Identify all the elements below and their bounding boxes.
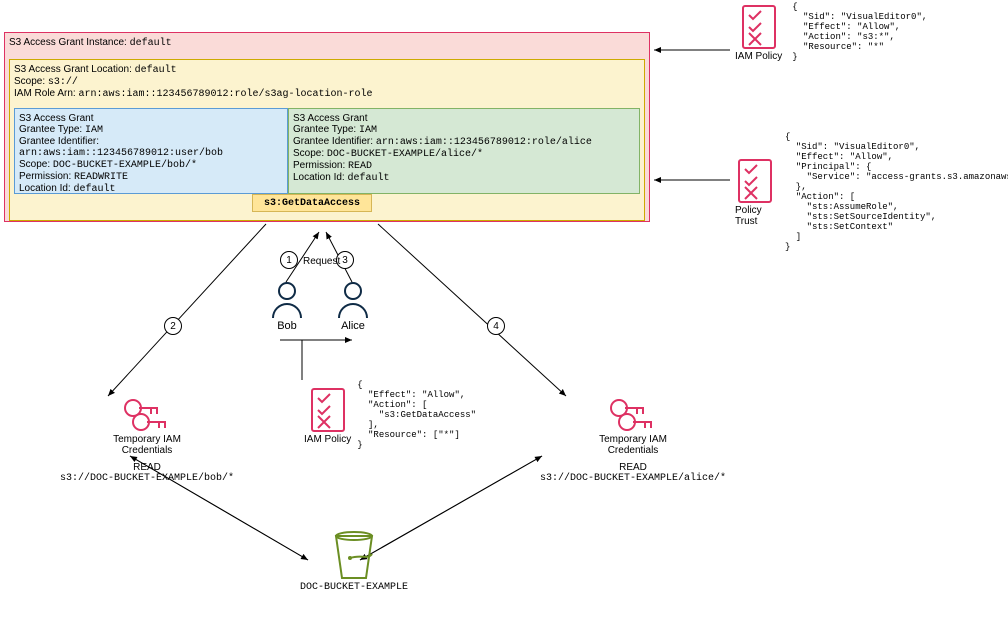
read-mode-bob: READ xyxy=(133,462,161,473)
keys-icon xyxy=(605,394,661,434)
get-data-access-box: s3:GetDataAccess xyxy=(252,194,372,212)
request-label: Request xyxy=(303,256,340,267)
policy-trust-json: { "Sid": "VisualEditor0", "Effect": "All… xyxy=(785,132,1008,252)
s3-bucket: DOC-BUCKET-EXAMPLE xyxy=(300,528,408,593)
user-alice-label: Alice xyxy=(341,320,365,332)
policy-icon xyxy=(735,157,775,205)
grant-alice-box: S3 Access Grant Grantee Type: IAM Grante… xyxy=(288,108,640,194)
location-scope: Scope: s3:// xyxy=(14,76,640,88)
user-alice: Alice xyxy=(336,280,370,332)
bucket-name: DOC-BUCKET-EXAMPLE xyxy=(300,582,408,593)
location-role: IAM Role Arn: arn:aws:iam::123456789012:… xyxy=(14,88,640,100)
policy-trust-block: Policy Trust { "Sid": "VisualEditor0", "… xyxy=(735,132,1008,252)
users-iam-policy: IAM Policy { "Effect": "Allow", "Action"… xyxy=(304,380,476,450)
step-1: 1 xyxy=(280,251,298,269)
policy-trust-label: Policy Trust xyxy=(735,205,775,227)
iam-policy-json: { "Sid": "VisualEditor0", "Effect": "All… xyxy=(792,2,927,62)
instance-title: S3 Access Grant Instance: default xyxy=(9,37,645,49)
iam-policy-block: IAM Policy { "Sid": "VisualEditor0", "Ef… xyxy=(735,2,927,62)
iam-policy-label: IAM Policy xyxy=(735,51,782,62)
read-scope-bob: s3://DOC-BUCKET-EXAMPLE/bob/* xyxy=(60,473,234,484)
grant-alice-title: S3 Access Grant xyxy=(293,113,635,124)
grant-instance-box: S3 Access Grant Instance: default S3 Acc… xyxy=(4,32,650,222)
location-title: S3 Access Grant Location: default xyxy=(14,64,640,76)
temp-creds-label: Temporary IAM Credentials xyxy=(599,434,667,456)
temp-creds-bob: Temporary IAM Credentials READ s3://DOC-… xyxy=(60,394,234,484)
grant-bob-title: S3 Access Grant xyxy=(19,113,283,124)
read-mode-alice: READ xyxy=(619,462,647,473)
grant-bob-box: S3 Access Grant Grantee Type: IAM Grante… xyxy=(14,108,288,194)
bucket-icon xyxy=(330,528,378,582)
user-bob: Bob xyxy=(270,280,304,332)
read-scope-alice: s3://DOC-BUCKET-EXAMPLE/alice/* xyxy=(540,473,726,484)
temp-creds-label: Temporary IAM Credentials xyxy=(113,434,181,456)
temp-creds-alice: Temporary IAM Credentials READ s3://DOC-… xyxy=(540,394,726,484)
user-icon xyxy=(270,280,304,320)
mid-policy-json: { "Effect": "Allow", "Action": [ "s3:Get… xyxy=(357,380,476,450)
policy-icon xyxy=(739,3,779,51)
policy-icon xyxy=(308,386,348,434)
grant-location-box: S3 Access Grant Location: default Scope:… xyxy=(9,59,645,221)
keys-icon xyxy=(119,394,175,434)
mid-policy-label: IAM Policy xyxy=(304,434,351,445)
user-icon xyxy=(336,280,370,320)
step-4: 4 xyxy=(487,317,505,335)
step-2: 2 xyxy=(164,317,182,335)
user-bob-label: Bob xyxy=(277,320,297,332)
